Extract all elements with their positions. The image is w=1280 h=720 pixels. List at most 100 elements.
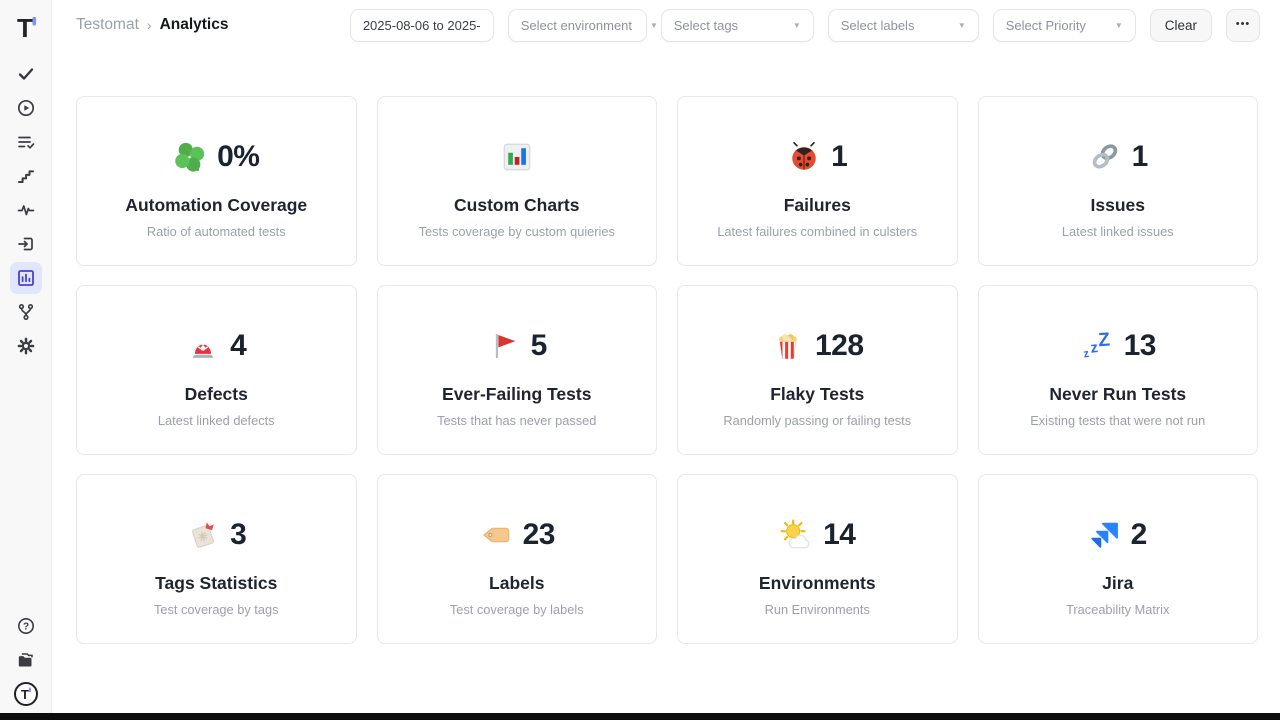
- card-issues[interactable]: 1 Issues Latest linked issues: [978, 96, 1259, 266]
- gear-icon: [16, 336, 36, 356]
- breadcrumb-separator: ›: [147, 17, 152, 33]
- card-automation-coverage[interactable]: 0% Automation Coverage Ratio of automate…: [76, 96, 357, 266]
- card-title: Never Run Tests: [1049, 384, 1186, 405]
- card-subtitle: Run Environments: [765, 602, 870, 617]
- page-header: Testomat › Analytics 2025-08-06 to 2025-…: [52, 0, 1280, 50]
- sidebar-item-help[interactable]: ?: [10, 610, 42, 642]
- list-check-icon: [16, 132, 36, 152]
- zzz-icon: zzZ: [1080, 329, 1114, 363]
- select-labels-placeholder: Select labels: [841, 18, 915, 33]
- card-subtitle: Latest failures combined in culsters: [717, 224, 917, 239]
- card-defects[interactable]: 4 Defects Latest linked defects: [76, 285, 357, 455]
- card-title: Tags Statistics: [155, 573, 277, 594]
- sidebar: T: [0, 0, 52, 720]
- red-flag-icon: [487, 329, 521, 363]
- card-value: 5: [531, 329, 547, 363]
- card-value: 14: [823, 518, 855, 552]
- card-title: Automation Coverage: [125, 195, 307, 216]
- folder-icon: [16, 650, 36, 670]
- sidebar-item-settings[interactable]: [10, 330, 42, 362]
- card-subtitle: Test coverage by tags: [154, 602, 278, 617]
- clover-icon: [173, 140, 207, 174]
- lady-beetle-icon: [787, 140, 821, 174]
- svg-text:?: ?: [22, 622, 28, 633]
- select-priority-placeholder: Select Priority: [1006, 18, 1086, 33]
- select-labels[interactable]: Select labels ▼: [828, 9, 979, 42]
- card-subtitle: Latest linked defects: [158, 413, 275, 428]
- play-circle-icon: [16, 98, 36, 118]
- svg-text:Z: Z: [1097, 329, 1110, 351]
- card-ever-failing-tests[interactable]: 5 Ever-Failing Tests Tests that has neve…: [377, 285, 658, 455]
- git-branch-icon: [16, 302, 36, 322]
- card-title: Labels: [489, 573, 544, 594]
- card-value: 1: [831, 140, 847, 174]
- page-title: Analytics: [160, 16, 229, 34]
- chain-link-icon: [1088, 140, 1122, 174]
- testomat-badge-icon: T: [13, 681, 39, 707]
- sidebar-item-pulse[interactable]: [10, 194, 42, 226]
- sidebar-item-import[interactable]: [10, 228, 42, 260]
- card-value: 4: [230, 329, 246, 363]
- card-environments[interactable]: 14 Environments Run Environments: [677, 474, 958, 644]
- card-value: 1: [1132, 140, 1148, 174]
- sidebar-item-runs[interactable]: [10, 92, 42, 124]
- card-custom-charts[interactable]: Custom Charts Tests coverage by custom q…: [377, 96, 658, 266]
- card-title: Environments: [759, 573, 876, 594]
- testomat-logo-icon: T: [11, 12, 41, 42]
- select-environment-placeholder: Select environment: [521, 18, 632, 33]
- more-options-button[interactable]: •••: [1226, 9, 1260, 42]
- card-jira[interactable]: 2 Jira Traceability Matrix: [978, 474, 1259, 644]
- card-subtitle: Tests that has never passed: [437, 413, 596, 428]
- select-priority[interactable]: Select Priority ▼: [993, 9, 1136, 42]
- sidebar-item-analytics[interactable]: [10, 262, 42, 294]
- select-tags-placeholder: Select tags: [674, 18, 738, 33]
- card-never-run-tests[interactable]: zzZ 13 Never Run Tests Existing tests th…: [978, 285, 1259, 455]
- help-circle-icon: ?: [16, 616, 36, 636]
- bar-chart-icon: [500, 140, 534, 174]
- card-title: Ever-Failing Tests: [442, 384, 591, 405]
- svg-text:T: T: [21, 687, 29, 702]
- chevron-down-icon: ▼: [1115, 21, 1123, 30]
- card-value: 2: [1131, 518, 1147, 552]
- card-subtitle: Tests coverage by custom quieries: [419, 224, 615, 239]
- card-value: 23: [523, 518, 555, 552]
- date-range-input[interactable]: 2025-08-06 to 2025-: [350, 9, 494, 42]
- card-subtitle: Test coverage by labels: [450, 602, 584, 617]
- popcorn-icon: [771, 329, 805, 363]
- sidebar-item-steps[interactable]: [10, 160, 42, 192]
- sidebar-item-branches[interactable]: [10, 296, 42, 328]
- card-flaky-tests[interactable]: 128 Flaky Tests Randomly passing or fail…: [677, 285, 958, 455]
- breadcrumb: Testomat › Analytics: [76, 16, 228, 34]
- card-subtitle: Traceability Matrix: [1066, 602, 1169, 617]
- chevron-down-icon: ▼: [650, 21, 658, 30]
- card-labels[interactable]: 23 Labels Test coverage by labels: [377, 474, 658, 644]
- rotating-light-icon: [186, 329, 220, 363]
- sun-behind-cloud-icon: [779, 518, 813, 552]
- chevron-down-icon: ▼: [793, 21, 801, 30]
- sidebar-item-projects[interactable]: [10, 644, 42, 676]
- analytics-bar-chart-icon: [16, 268, 36, 288]
- card-value: 13: [1124, 329, 1156, 363]
- clear-button[interactable]: Clear: [1150, 9, 1212, 42]
- card-value: 3: [230, 518, 246, 552]
- steps-icon: [16, 166, 36, 186]
- sidebar-item-test-plans[interactable]: [10, 126, 42, 158]
- card-value: 0%: [217, 140, 259, 174]
- check-icon: [16, 64, 36, 84]
- select-tags[interactable]: Select tags ▼: [661, 9, 814, 42]
- pulse-icon: [16, 200, 36, 220]
- select-environment[interactable]: Select environment ▼: [508, 9, 647, 42]
- breadcrumb-project[interactable]: Testomat: [76, 16, 139, 34]
- chevron-down-icon: ▼: [958, 21, 966, 30]
- card-title: Flaky Tests: [770, 384, 864, 405]
- card-title: Defects: [185, 384, 248, 405]
- sidebar-item-check[interactable]: [10, 58, 42, 90]
- card-value: 128: [815, 329, 864, 363]
- filter-bar: 2025-08-06 to 2025- Select environment ▼…: [350, 9, 1260, 42]
- bottom-black-bar: [0, 713, 1280, 720]
- card-tags-statistics[interactable]: 3 Tags Statistics Test coverage by tags: [76, 474, 357, 644]
- sidebar-item-account[interactable]: T: [10, 678, 42, 710]
- card-failures[interactable]: 1 Failures Latest failures combined in c…: [677, 96, 958, 266]
- bookmark-icon: [186, 518, 220, 552]
- jira-icon: [1089, 519, 1121, 551]
